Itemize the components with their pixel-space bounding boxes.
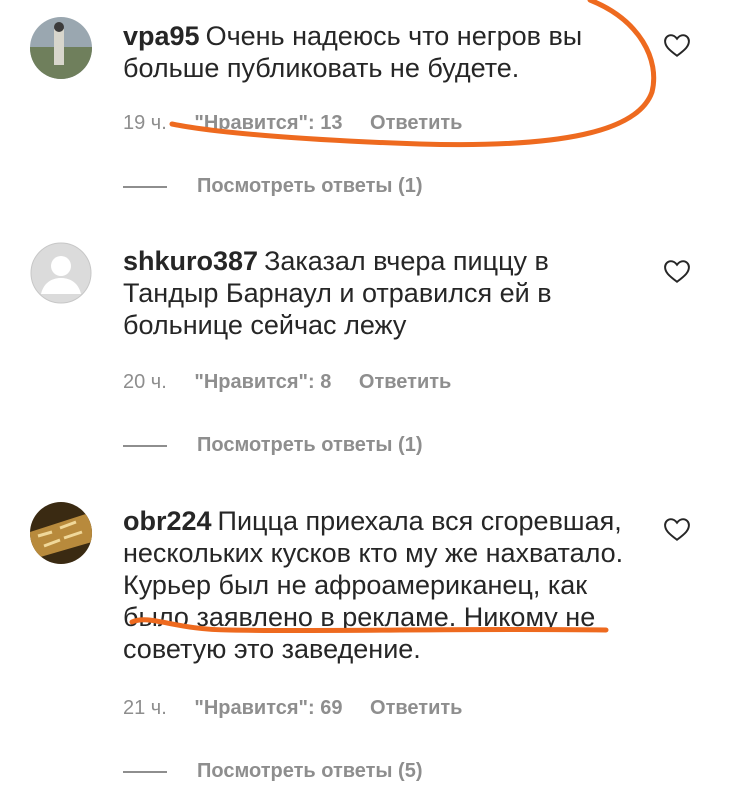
comment-meta: 19 ч. "Нравится": 13 Ответить bbox=[123, 112, 462, 135]
username[interactable]: shkuro387 bbox=[123, 246, 258, 276]
username[interactable]: obr224 bbox=[123, 506, 212, 536]
likes-count[interactable]: "Нравится": 8 bbox=[194, 371, 331, 394]
timestamp: 20 ч. bbox=[123, 371, 167, 393]
heart-outline-icon[interactable] bbox=[664, 34, 690, 58]
reply-button[interactable]: Ответить bbox=[370, 112, 462, 135]
timestamp: 21 ч. bbox=[123, 697, 167, 719]
avatar[interactable] bbox=[30, 502, 92, 564]
heart-outline-icon[interactable] bbox=[664, 260, 690, 284]
view-replies-button[interactable]: Посмотреть ответы (5) bbox=[123, 760, 423, 783]
user-silhouette-icon[interactable] bbox=[30, 242, 92, 304]
username[interactable]: vpa95 bbox=[123, 21, 200, 51]
divider-line bbox=[123, 444, 167, 447]
comment-meta: 21 ч. "Нравится": 69 Ответить bbox=[123, 697, 462, 720]
comment-text: obr224 Пицца приехала вся сгоревшая, неск… bbox=[123, 505, 643, 665]
comment-text: shkuro387 Заказал вчера пиццу в Тандыр Ба… bbox=[123, 245, 643, 341]
avatar[interactable] bbox=[30, 17, 92, 79]
view-replies-label: Посмотреть ответы (1) bbox=[197, 175, 423, 197]
view-replies-label: Посмотреть ответы (5) bbox=[197, 760, 423, 782]
timestamp: 19 ч. bbox=[123, 112, 167, 134]
view-replies-button[interactable]: Посмотреть ответы (1) bbox=[123, 434, 423, 457]
heart-outline-icon[interactable] bbox=[664, 518, 690, 542]
view-replies-button[interactable]: Посмотреть ответы (1) bbox=[123, 175, 423, 198]
comment-text: vpa95 Очень надеюсь что негров вы больше … bbox=[123, 20, 643, 84]
likes-count[interactable]: "Нравится": 13 bbox=[194, 112, 342, 135]
likes-count[interactable]: "Нравится": 69 bbox=[194, 697, 342, 720]
view-replies-label: Посмотреть ответы (1) bbox=[197, 434, 423, 456]
divider-line bbox=[123, 185, 167, 188]
comment-meta: 20 ч. "Нравится": 8 Ответить bbox=[123, 371, 451, 394]
reply-button[interactable]: Ответить bbox=[359, 371, 451, 394]
divider-line bbox=[123, 770, 167, 773]
reply-button[interactable]: Ответить bbox=[370, 697, 462, 720]
